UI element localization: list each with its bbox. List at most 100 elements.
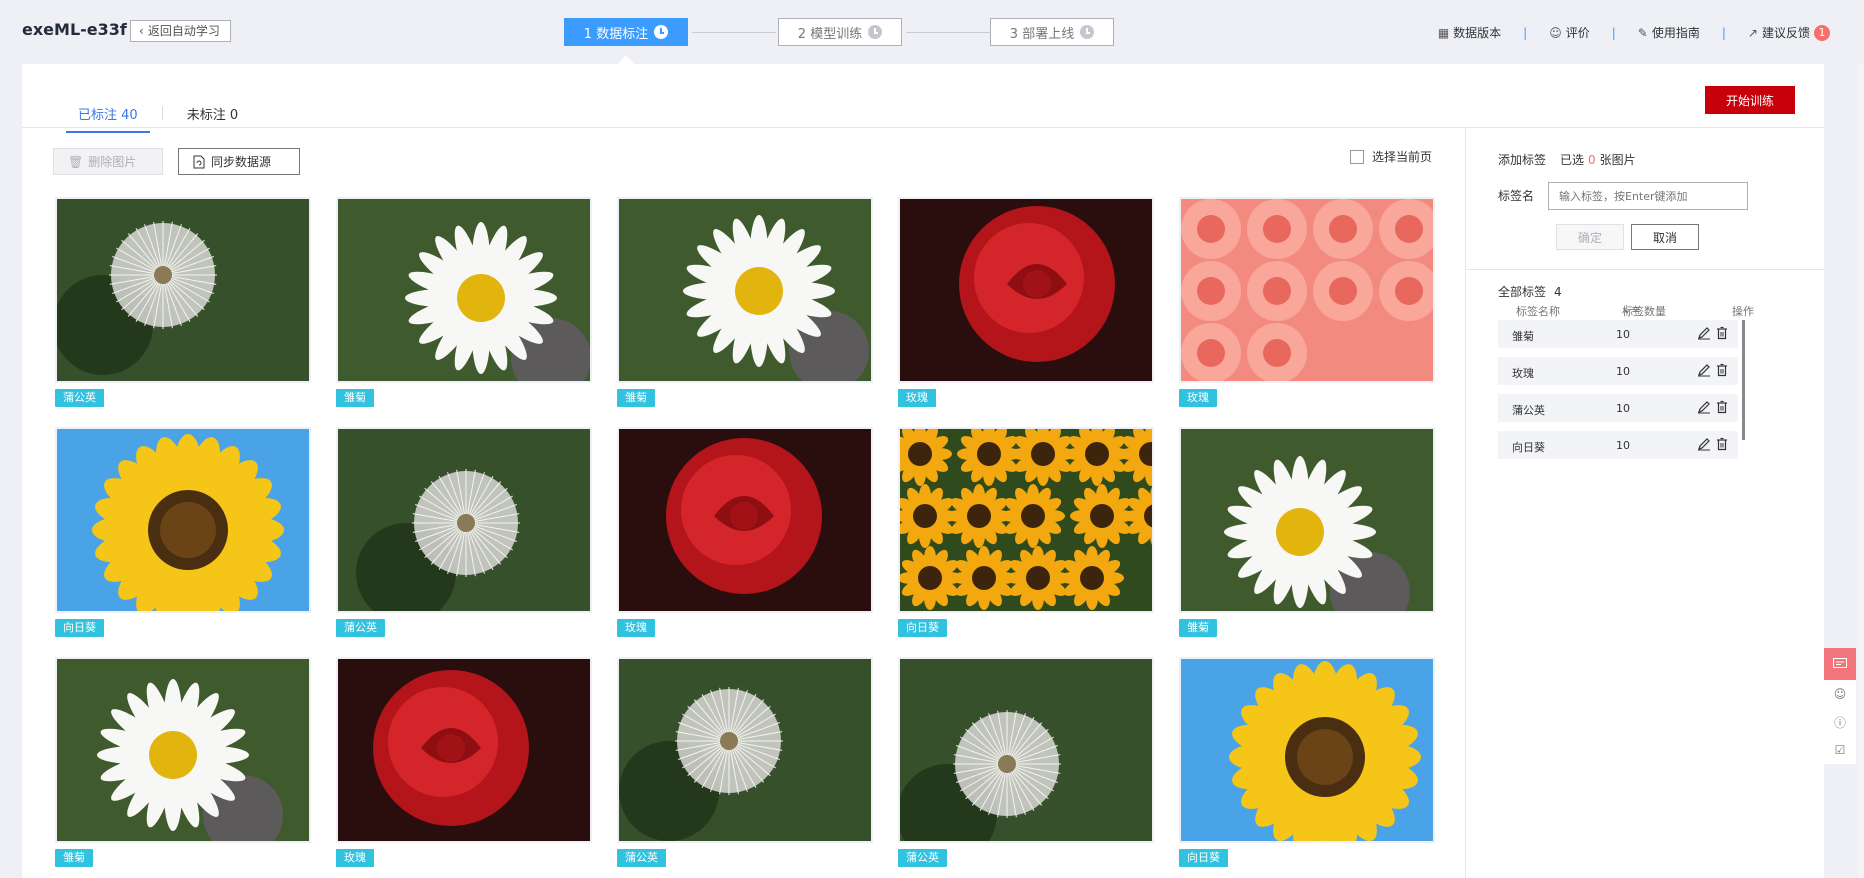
label-tabs: 已标注 40 未标注 0 [66, 104, 250, 133]
image-card[interactable]: 蒲公英 [617, 657, 873, 867]
delete-icon[interactable] [1715, 363, 1729, 377]
image-thumbnail-rose[interactable] [336, 657, 592, 843]
add-label-title: 添加标签 [1498, 153, 1547, 167]
image-card[interactable]: 向日葵 [55, 427, 311, 637]
image-thumbnail-daisy[interactable] [336, 197, 592, 383]
label-row-actions [1697, 363, 1729, 377]
image-label-tag: 雏菊 [1179, 619, 1217, 637]
external-link-icon: ↗ [1747, 25, 1758, 40]
delete-images-button[interactable]: 🗑 删除图片 [53, 148, 163, 175]
image-card[interactable]: 雏菊 [617, 197, 873, 407]
label-name-input[interactable] [1548, 182, 1748, 210]
help-icon[interactable]: ⓘ [1824, 708, 1856, 736]
grid-icon: ▦ [1437, 25, 1450, 40]
step-connector [906, 32, 990, 33]
image-card[interactable]: 玫瑰 [1179, 197, 1435, 407]
start-training-button[interactable]: 开始训练 [1705, 86, 1795, 114]
image-thumbnail-daisy[interactable] [617, 197, 873, 383]
image-card[interactable]: 蒲公英 [336, 427, 592, 637]
image-card[interactable]: 向日葵 [1179, 657, 1435, 867]
divider: | [1721, 25, 1726, 40]
tab-labeled[interactable]: 已标注 40 [66, 104, 150, 133]
image-card[interactable]: 雏菊 [336, 197, 592, 407]
image-label-tag: 玫瑰 [336, 849, 374, 867]
image-label-tag: 雏菊 [617, 389, 655, 407]
label-row-name: 雏菊 [1512, 330, 1534, 343]
col-operations: 操作 [1732, 305, 1754, 318]
step-data-labeling[interactable]: 1 数据标注 [564, 18, 688, 46]
image-thumbnail-sunflower[interactable] [1179, 657, 1435, 843]
image-label-tag: 向日葵 [55, 619, 104, 637]
image-card[interactable]: 向日葵 [898, 427, 1154, 637]
divider: | [1523, 25, 1528, 40]
step-deploy[interactable]: 3 部署上线 [990, 18, 1114, 46]
back-to-automl-button[interactable]: ‹ 返回自动学习 [130, 20, 231, 42]
delete-icon[interactable] [1715, 437, 1729, 451]
active-step-pointer [618, 55, 634, 64]
label-row-name: 向日葵 [1512, 441, 1545, 454]
image-thumbnail-daisy[interactable] [1179, 427, 1435, 613]
app-title: exeML-e33f [22, 20, 127, 39]
divider [1466, 269, 1825, 270]
step-model-training[interactable]: 2 模型训练 [778, 18, 902, 46]
add-label-header: 添加标签 已选 0 张图片 [1498, 151, 1636, 168]
data-version-link[interactable]: ▦ 数据版本 [1438, 24, 1501, 41]
select-current-page[interactable]: 选择当前页 [1350, 148, 1432, 165]
image-card[interactable]: 玫瑰 [336, 657, 592, 867]
delete-icon[interactable] [1715, 326, 1729, 340]
image-thumbnail-pinkroses[interactable] [1179, 197, 1435, 383]
evaluate-label: 评价 [1565, 26, 1590, 40]
image-card[interactable]: 蒲公英 [898, 657, 1154, 867]
label-row-count: 10 [1616, 402, 1630, 415]
labels-scrollbar[interactable] [1742, 320, 1745, 440]
guide-link[interactable]: ✎ 使用指南 [1638, 24, 1700, 41]
image-card[interactable]: 蒲公英 [55, 197, 311, 407]
clock-icon [1080, 25, 1095, 39]
image-thumbnail-sunflower[interactable] [55, 427, 311, 613]
image-card[interactable]: 玫瑰 [617, 427, 873, 637]
feedback-link[interactable]: ↗ 建议反馈 1 [1748, 24, 1830, 41]
image-label-tag: 向日葵 [1179, 849, 1228, 867]
evaluate-link[interactable]: ☺ 评价 [1549, 24, 1590, 41]
divider: | [1611, 25, 1616, 40]
label-row-name: 玫瑰 [1512, 367, 1534, 380]
step-label: 3 部署上线 [1009, 26, 1075, 42]
image-label-tag: 玫瑰 [617, 619, 655, 637]
image-thumbnail-sunflowers[interactable] [898, 427, 1154, 613]
label-row-actions [1697, 437, 1729, 451]
image-thumbnail-rose[interactable] [898, 197, 1154, 383]
cancel-button[interactable]: 取消 [1631, 224, 1699, 250]
image-thumbnail-daisy[interactable] [55, 657, 311, 843]
image-thumbnail-rose[interactable] [617, 427, 873, 613]
image-thumbnail-dandelion[interactable] [898, 657, 1154, 843]
image-card[interactable]: 雏菊 [55, 657, 311, 867]
top-links: ▦ 数据版本 | ☺ 评价 | ✎ 使用指南 | ↗ 建议反馈 1 [1438, 24, 1830, 41]
confirm-button[interactable]: 确定 [1556, 224, 1624, 250]
label-row-name: 蒲公英 [1512, 404, 1545, 417]
all-labels-header: 全部标签 4 [1498, 283, 1562, 300]
image-thumbnail-dandelion[interactable] [336, 427, 592, 613]
tab-unlabeled[interactable]: 未标注 0 [175, 104, 250, 133]
image-thumbnail-dandelion[interactable] [617, 657, 873, 843]
smile-icon[interactable]: ☺ [1824, 680, 1856, 708]
sync-doc-icon [193, 155, 205, 168]
label-row: 雏菊 10 [1498, 320, 1738, 348]
trash-icon: 🗑 [68, 154, 84, 169]
sync-source-button[interactable]: 同步数据源 [178, 148, 300, 175]
step-label: 1 数据标注 [583, 26, 649, 42]
edit-icon[interactable] [1697, 363, 1711, 377]
page-scrollbar[interactable] [1858, 64, 1864, 878]
image-thumbnail-dandelion[interactable] [55, 197, 311, 383]
select-page-checkbox[interactable] [1350, 149, 1364, 164]
task-icon[interactable]: ☑ [1824, 736, 1856, 764]
delete-icon[interactable] [1715, 400, 1729, 414]
image-card[interactable]: 玫瑰 [898, 197, 1154, 407]
floating-toolbar: ☺ ⓘ ☑ [1824, 648, 1856, 764]
guide-label: 使用指南 [1651, 26, 1700, 40]
image-card[interactable]: 雏菊 [1179, 427, 1435, 637]
top-bar: exeML-e33f ‹ 返回自动学习 1 数据标注 2 模型训练 3 部署上线… [0, 0, 1864, 64]
edit-icon[interactable] [1697, 437, 1711, 451]
chat-icon[interactable] [1824, 648, 1856, 680]
edit-icon[interactable] [1697, 326, 1711, 340]
edit-icon[interactable] [1697, 400, 1711, 414]
